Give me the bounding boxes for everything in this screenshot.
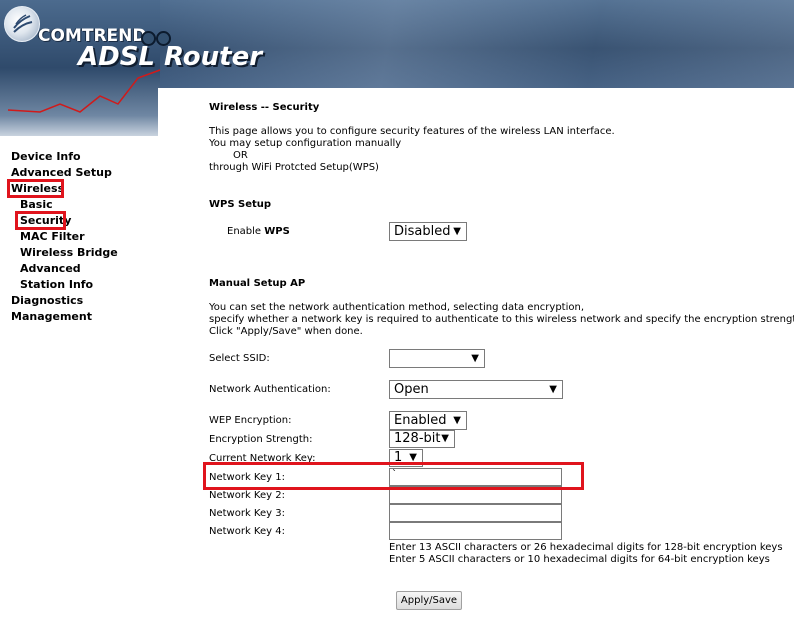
apply-save-button[interactable]: Apply/Save — [396, 591, 462, 610]
chevron-down-icon: ▼ — [453, 415, 461, 426]
wep-select-value: Enabled — [394, 413, 447, 428]
manual-desc-line: specify whether a network key is require… — [209, 314, 794, 325]
auth-label: Network Authentication: — [209, 384, 331, 395]
strength-select[interactable]: 128-bit ▼ — [389, 430, 455, 448]
network-key-4-input[interactable] — [389, 522, 562, 540]
highlight-box-network-key-1 — [203, 462, 584, 490]
sidebar-item-wireless-bridge[interactable]: Wireless Bridge — [20, 246, 118, 259]
wps-enable-label-text: Enable — [227, 226, 262, 237]
brand-logo-icon — [4, 6, 40, 42]
ssid-label: Select SSID: — [209, 353, 270, 364]
manual-heading: Manual Setup AP — [209, 278, 306, 289]
page-title: Wireless -- Security — [209, 102, 320, 113]
sidebar-item-advanced-setup[interactable]: Advanced Setup — [11, 166, 112, 179]
auth-select-value: Open — [394, 382, 429, 397]
wps-select-value: Disabled — [394, 224, 451, 239]
chevron-down-icon: ▼ — [549, 384, 557, 395]
network-key-3-input[interactable] — [389, 504, 562, 522]
sidebar-item-management[interactable]: Management — [11, 310, 92, 323]
auth-select[interactable]: Open ▼ — [389, 380, 563, 399]
sidebar-item-station-info[interactable]: Station Info — [20, 278, 93, 291]
sidebar-item-mac-filter[interactable]: MAC Filter — [20, 230, 85, 243]
key3-label: Network Key 3: — [209, 508, 285, 519]
ssid-select[interactable]: ▼ — [389, 349, 485, 368]
manual-desc-line: Click "Apply/Save" when done. — [209, 326, 363, 337]
wps-enable-label: Enable WPS — [227, 226, 290, 238]
hint-128bit: Enter 13 ASCII characters or 26 hexadeci… — [389, 542, 783, 553]
wep-select[interactable]: Enabled ▼ — [389, 411, 467, 430]
highlight-box-security — [15, 211, 66, 230]
strength-select-value: 128-bit — [394, 431, 441, 446]
intro-line: You may setup configuration manually — [209, 138, 402, 149]
strength-label: Encryption Strength: — [209, 434, 313, 445]
chevron-down-icon: ▼ — [441, 433, 449, 444]
wps-enable-label-bold: WPS — [264, 226, 290, 237]
intro-line: This page allows you to configure securi… — [209, 126, 615, 137]
product-title: ADSL Router — [78, 42, 263, 72]
wep-label: WEP Encryption: — [209, 415, 292, 426]
highlight-box-wireless — [7, 179, 64, 198]
sidebar-item-device-info[interactable]: Device Info — [11, 150, 81, 163]
sidebar-item-basic[interactable]: Basic — [20, 198, 53, 211]
hint-64bit: Enter 5 ASCII characters or 10 hexadecim… — [389, 554, 770, 565]
chevron-down-icon: ▼ — [453, 226, 461, 237]
wps-select[interactable]: Disabled ▼ — [389, 222, 467, 241]
manual-desc-line: You can set the network authentication m… — [209, 302, 585, 313]
intro-line: OR — [233, 150, 248, 161]
sidebar-item-advanced[interactable]: Advanced — [20, 262, 81, 275]
intro-line: through WiFi Protcted Setup(WPS) — [209, 162, 379, 173]
chevron-down-icon: ▼ — [471, 353, 479, 364]
key2-label: Network Key 2: — [209, 490, 285, 501]
sidebar-item-diagnostics[interactable]: Diagnostics — [11, 294, 83, 307]
key4-label: Network Key 4: — [209, 526, 285, 537]
wps-heading: WPS Setup — [209, 199, 272, 210]
